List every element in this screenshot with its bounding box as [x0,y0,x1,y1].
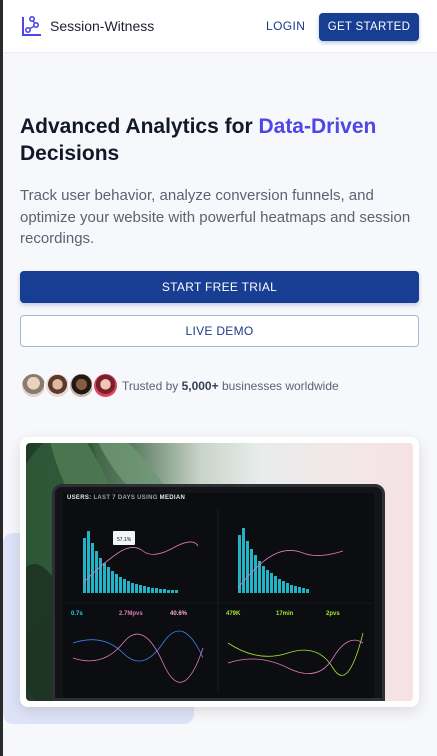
metric-load-time: 0.7s [71,611,83,617]
session-witness-logo-icon[interactable] [21,15,43,37]
laptop-screen-frame: USERS: LAST 7 DAYS USING MEDIAN 57.1% 0.… [52,484,385,701]
dashboard-laptop-photo: USERS: LAST 7 DAYS USING MEDIAN 57.1% 0.… [26,443,413,701]
brand-name[interactable]: Session-Witness [50,18,154,34]
chart-tooltip-value: 57.1% [117,537,132,543]
metric-bounce-rate: 40.6% [170,611,188,617]
trusted-by-text: Trusted by 5,000+ businesses worldwide [122,379,339,393]
metric-page-views: 2.7Mpvs [119,611,143,617]
trusted-prefix: Trusted by [122,379,182,393]
metric-pvs-per-session: 2pvs [326,611,340,617]
hero-title-accent: Data-Driven [258,115,377,138]
hero-subtitle: Track user behavior, analyze conversion … [20,187,411,247]
analytics-dashboard-screen: USERS: LAST 7 DAYS USING MEDIAN 57.1% 0.… [63,493,374,698]
avatar [68,372,95,399]
get-started-button[interactable]: GET STARTED [319,13,419,41]
product-screenshot-card: USERS: LAST 7 DAYS USING MEDIAN 57.1% 0.… [20,437,419,707]
live-demo-button[interactable]: LIVE DEMO [20,315,419,347]
top-nav-bar: Session-Witness LOGIN GET STARTED [3,0,437,53]
hero-title-part1: Advanced Analytics for [20,115,259,138]
metric-session-length: 17min [276,611,294,617]
avatar [92,372,119,399]
metric-sessions: 479K [226,611,241,617]
trusted-suffix: businesses worldwide [218,379,339,393]
login-link[interactable]: LOGIN [266,19,305,33]
dashboard-charts: 57.1% [65,509,372,693]
hero-title-part2: Decisions [20,142,120,165]
start-free-trial-button[interactable]: START FREE TRIAL [20,271,419,303]
customer-avatars [20,372,130,400]
trusted-count: 5,000+ [181,379,219,393]
hero-title: Advanced Analytics for Data-Driven Decis… [20,113,420,167]
avatar [44,372,71,399]
avatar [20,372,47,399]
